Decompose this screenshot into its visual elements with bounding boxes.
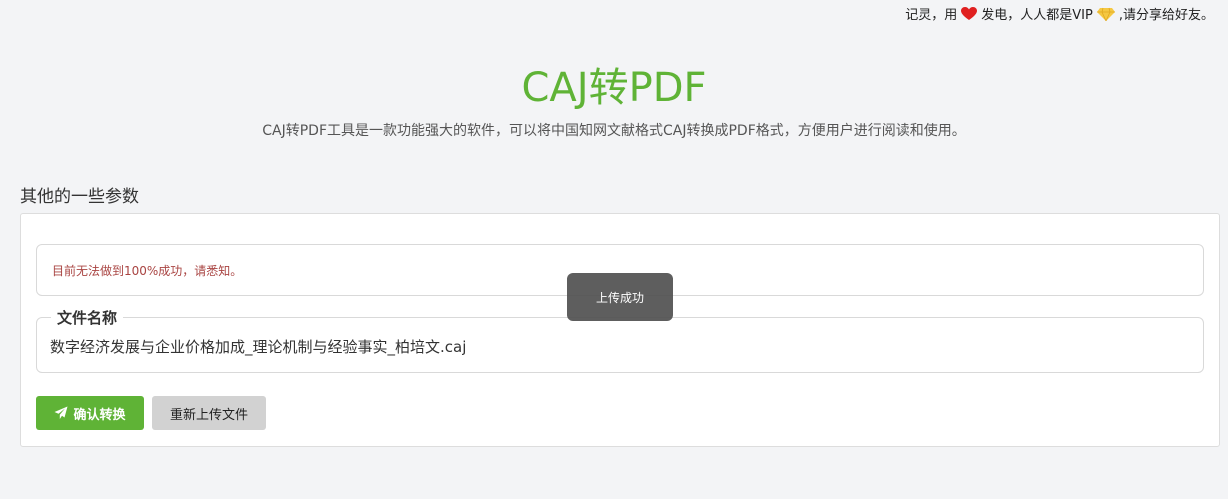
file-name-legend: 文件名称 (51, 307, 124, 328)
upload-success-toast: 上传成功 (567, 273, 673, 321)
page-title: CAJ转PDF (521, 65, 707, 111)
page-description: CAJ转PDF工具是一款功能强大的软件，可以将中国知网文献格式CAJ转换成PDF… (262, 123, 966, 139)
reupload-file-button[interactable]: 重新上传文件 (152, 396, 266, 430)
diamond-icon (1096, 7, 1115, 22)
file-name-value: 数字经济发展与企业价格加成_理论机制与经验事实_柏培文.caj (50, 338, 467, 356)
banner-prefix: 记灵，用 (905, 8, 958, 23)
top-banner: 记灵，用 发电，人人都是VIP ,请分享给好友。 (905, 4, 1214, 23)
heart-icon (961, 6, 978, 21)
send-icon (54, 406, 68, 420)
banner-suffix: ,请分享给好友。 (1118, 8, 1214, 23)
hero-section: CAJ转PDF CAJ转PDF工具是一款功能强大的软件，可以将中国知网文献格式C… (0, 62, 1228, 140)
params-section-title: 其他的一些参数 (20, 187, 139, 207)
confirm-convert-label: 确认转换 (73, 407, 126, 423)
params-panel: 目前无法做到100%成功，请悉知。 文件名称 数字经济发展与企业价格加成_理论机… (20, 213, 1220, 447)
reupload-file-label: 重新上传文件 (169, 407, 248, 423)
file-name-fieldset: 文件名称 数字经济发展与企业价格加成_理论机制与经验事实_柏培文.caj (36, 307, 1204, 373)
toast-message: 上传成功 (595, 290, 644, 305)
banner-middle: 发电，人人都是VIP (981, 8, 1093, 23)
warning-notice-text: 目前无法做到100%成功，请悉知。 (52, 263, 243, 278)
confirm-convert-button[interactable]: 确认转换 (36, 396, 144, 430)
